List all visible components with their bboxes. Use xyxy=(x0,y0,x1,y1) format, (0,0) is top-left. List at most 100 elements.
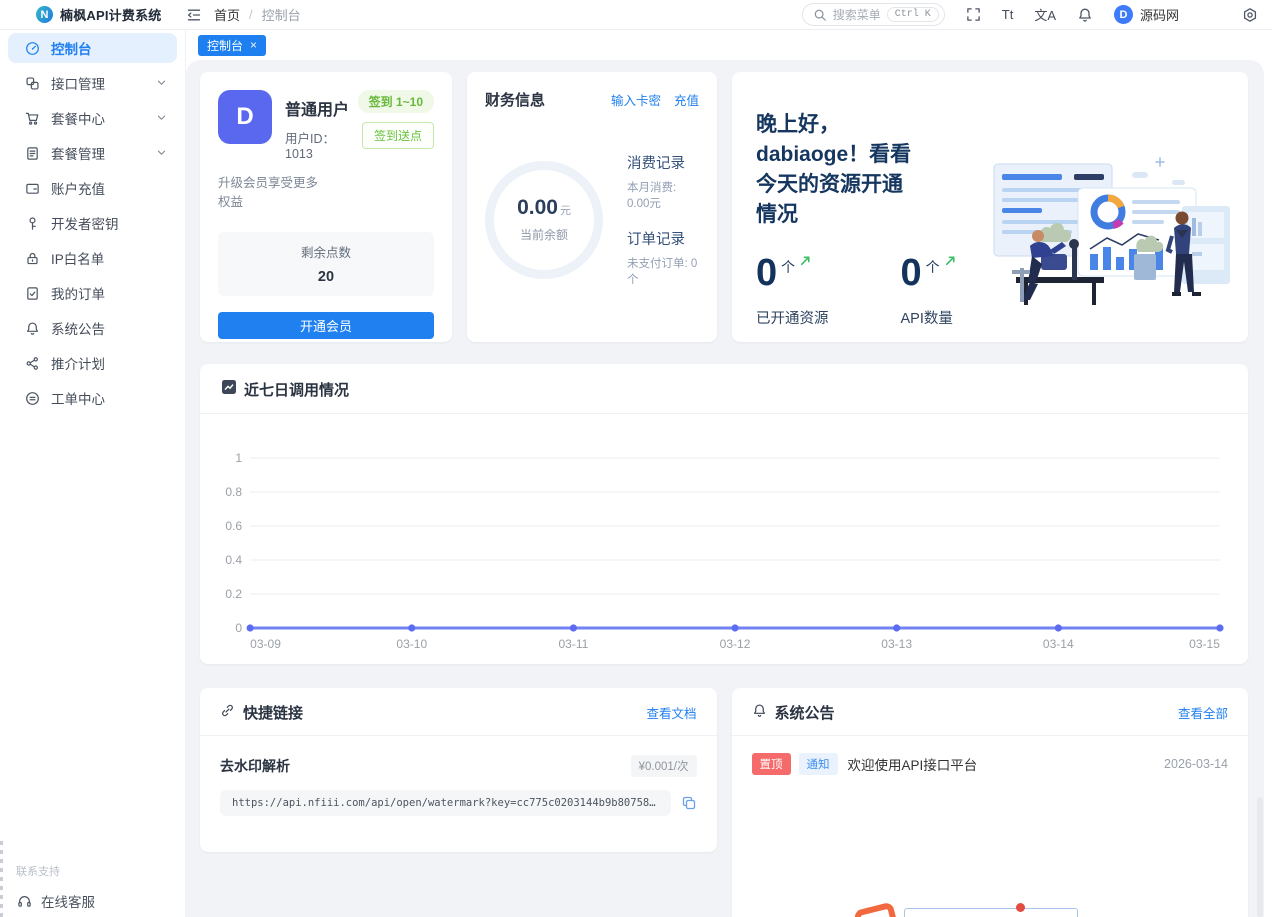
announcements-title: 系统公告 xyxy=(774,705,835,722)
stat-value: 0 xyxy=(900,252,922,294)
ticket-chat-icon xyxy=(25,391,40,406)
stat-value: 0 xyxy=(756,252,778,294)
sidebar-item-recharge[interactable]: 账户充值 xyxy=(8,173,177,203)
settings-gear-icon[interactable] xyxy=(1242,7,1258,23)
search-placeholder: 搜索菜单 xyxy=(832,8,881,22)
dashboard-icon xyxy=(25,41,40,56)
sidebar-item-referral[interactable]: 推介计划 xyxy=(8,348,177,378)
headset-icon xyxy=(17,894,32,909)
view-all-link[interactable]: 查看全部 xyxy=(1178,703,1228,722)
api-name: 去水印解析 xyxy=(220,758,290,774)
locale-icon[interactable]: 文A xyxy=(1034,5,1056,24)
trend-up-icon xyxy=(799,254,812,272)
sidebar-item-label: 接口管理 xyxy=(51,77,105,92)
summary-row: D 普通用户 用户ID： 1013 签到 1~10 签到送点 升级会员享受更多权… xyxy=(200,72,1248,342)
balance-circle: 0.00 元 当前余额 xyxy=(485,160,603,279)
points-label: 剩余点数 xyxy=(300,245,351,260)
open-vip-button[interactable]: 开通会员 xyxy=(218,311,434,339)
chevron-down-icon xyxy=(156,111,167,126)
tab-close-icon[interactable]: × xyxy=(250,38,257,52)
finance-card: 财务信息 输入卡密 充值 0.00 元 当前余额 消费记录 本月消费: 0.00… xyxy=(467,72,717,342)
support-label: 联系支持 xyxy=(16,866,60,878)
card-key-link[interactable]: 输入卡密 xyxy=(611,90,661,109)
tab-dashboard[interactable]: 控制台 × xyxy=(198,34,267,56)
app-logo[interactable]: N 楠枫API计费系统 xyxy=(0,5,186,24)
link-icon xyxy=(220,703,235,723)
points-value: 20 xyxy=(317,268,335,285)
breadcrumb-home[interactable]: 首页 xyxy=(214,5,240,24)
announcement-row[interactable]: 置顶 通知 欢迎使用API接口平台 2026-03-14 xyxy=(732,736,1249,792)
sidebar-item-label: 开发者密钥 xyxy=(51,217,119,232)
online-support-item[interactable]: 在线客服 xyxy=(16,891,169,911)
app-title: 楠枫API计费系统 xyxy=(60,8,162,23)
signin-button[interactable]: 签到送点 xyxy=(361,122,434,149)
line-chart: 0 0.2 0.4 0.6 0.8 1 03-09 03-10 03-11 03-12 03-13 0… xyxy=(225,451,1224,651)
copy-icon[interactable] xyxy=(681,795,697,811)
avatar: D xyxy=(1113,5,1133,24)
sidebar: 控制台 接口管理 套餐中心 套餐管理 账户充值 开发者密钥 IP白名单 我的订单… xyxy=(0,30,186,917)
user-role: 普通用户 xyxy=(285,102,350,119)
breadcrumb-current: 控制台 xyxy=(261,8,301,23)
svg-text:1: 1 xyxy=(235,451,242,465)
trend-up-icon xyxy=(944,254,957,272)
chevron-down-icon xyxy=(156,146,167,161)
sidebar-item-label: 推介计划 xyxy=(51,357,105,372)
scrollbar-thumb[interactable] xyxy=(1257,797,1263,917)
search-shortcut: Ctrl K xyxy=(886,7,939,22)
order-record-sub: 未支付订单: 0个 xyxy=(627,258,698,286)
sidebar-item-package-center[interactable]: 套餐中心 xyxy=(8,103,177,133)
quick-links-title: 快捷链接 xyxy=(243,705,304,722)
fullscreen-icon[interactable] xyxy=(966,7,981,22)
sidebar-item-api-manage[interactable]: 接口管理 xyxy=(8,68,177,98)
cart-icon xyxy=(25,111,40,126)
balance-unit: 元 xyxy=(559,205,571,217)
notice-badge: 通知 xyxy=(798,753,838,775)
sidebar-item-label: 套餐管理 xyxy=(51,147,105,162)
svg-text:0: 0 xyxy=(235,621,242,635)
username: 源码网 xyxy=(1139,8,1179,23)
search-input[interactable]: 搜索菜单 Ctrl K xyxy=(801,3,945,26)
sidebar-item-announcements[interactable]: 系统公告 xyxy=(8,313,177,343)
stat-unit: 个 xyxy=(925,259,940,275)
recharge-link[interactable]: 充值 xyxy=(674,90,699,109)
sidebar-item-my-orders[interactable]: 我的订单 xyxy=(8,278,177,308)
topbar-actions: 搜索菜单 Ctrl K Tt 文A D 源码网 xyxy=(801,3,1272,26)
price-badge: ¥0.001/次 xyxy=(630,755,697,777)
sidebar-item-label: 套餐中心 xyxy=(51,112,105,127)
sidebar-item-dev-keys[interactable]: 开发者密钥 xyxy=(8,208,177,238)
stat-opened-resources: 0 个 已开通资源 xyxy=(756,254,829,328)
svg-text:03-11: 03-11 xyxy=(558,637,588,651)
sidebar-item-dashboard[interactable]: 控制台 xyxy=(8,33,177,63)
sidebar-item-ip-whitelist[interactable]: IP白名单 xyxy=(8,243,177,273)
svg-text:03-09: 03-09 xyxy=(250,637,281,651)
wallet-icon xyxy=(25,181,40,196)
upgrade-hint: 升级会员享受更多权益 xyxy=(218,176,319,210)
bell-icon xyxy=(752,703,767,723)
notification-bell-icon[interactable] xyxy=(1077,7,1093,23)
stat-label: 已开通资源 xyxy=(756,311,829,327)
order-check-icon xyxy=(25,286,40,301)
consume-record-title: 消费记录 xyxy=(627,156,685,172)
tab-label: 控制台 xyxy=(207,38,244,53)
workspace-illustration xyxy=(986,150,1234,313)
svg-text:03-12: 03-12 xyxy=(720,637,751,651)
view-docs-link[interactable]: 查看文档 xyxy=(646,703,696,722)
api-url-field[interactable]: https://api.nfiii.com/api/open/watermark… xyxy=(220,790,671,816)
sidebar-collapse-icon[interactable] xyxy=(186,7,202,23)
pinned-badge: 置顶 xyxy=(751,753,791,775)
user-menu[interactable]: D 源码网 xyxy=(1113,5,1179,24)
svg-text:03-14: 03-14 xyxy=(1043,637,1074,651)
chart-title-icon xyxy=(222,380,236,399)
api-icon xyxy=(25,76,40,91)
search-icon xyxy=(813,8,827,22)
stat-unit: 个 xyxy=(781,259,796,275)
quick-links-card: 快捷链接 查看文档 去水印解析 ¥0.001/次 https://api.nfi… xyxy=(200,688,717,852)
breadcrumb: 首页 / 控制台 xyxy=(214,5,301,24)
sidebar-item-tickets[interactable]: 工单中心 xyxy=(8,383,177,413)
document-list-icon xyxy=(25,146,40,161)
svg-text:0.4: 0.4 xyxy=(225,553,242,567)
bottom-row: 快捷链接 查看文档 去水印解析 ¥0.001/次 https://api.nfi… xyxy=(200,688,1248,917)
font-size-icon[interactable]: Tt xyxy=(1002,7,1014,22)
tabbar: 控制台 × xyxy=(186,30,1272,60)
sidebar-item-package-manage[interactable]: 套餐管理 xyxy=(8,138,177,168)
